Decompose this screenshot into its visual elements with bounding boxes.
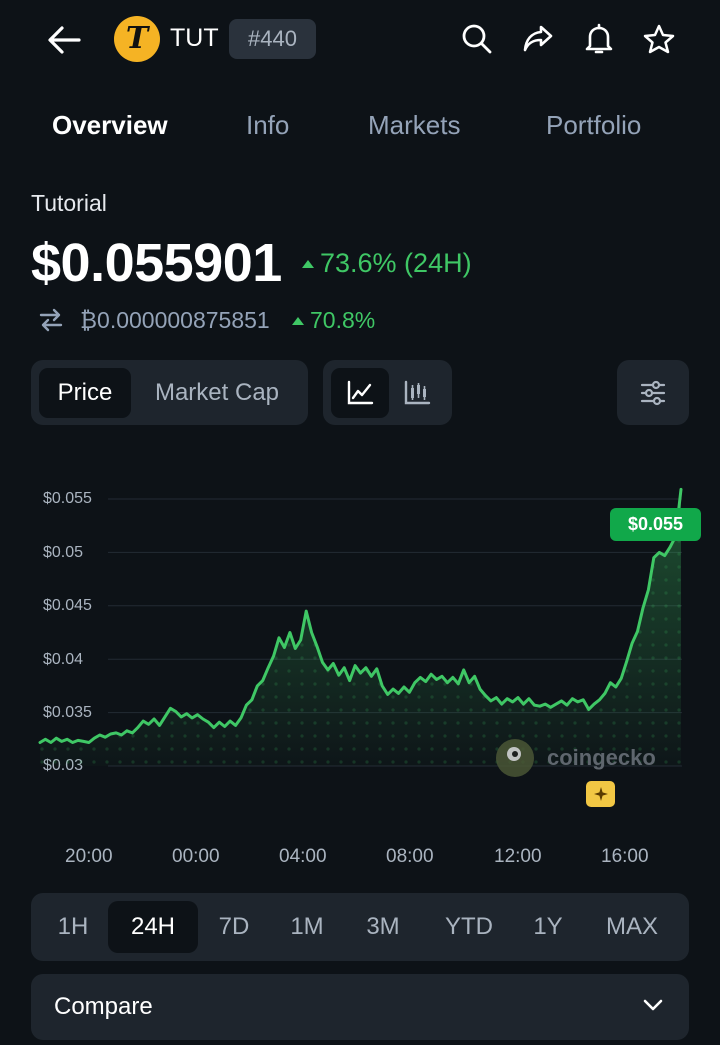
coin-logo: T [114,16,160,62]
search-icon [462,24,492,54]
x-tick-label: 00:00 [172,846,220,867]
chevron-down-icon [643,999,663,1011]
line-chart-button[interactable] [331,368,389,418]
tab-info[interactable]: Info [246,110,289,141]
range-3m-button[interactable]: 3M [352,901,414,953]
candlestick-chart-icon [404,380,431,405]
up-triangle-icon [292,316,304,325]
search-button[interactable] [456,18,498,60]
x-tick-label: 08:00 [386,846,434,867]
range-ytd-button[interactable]: YTD [430,901,508,953]
tab-overview[interactable]: Overview [52,110,168,141]
coingecko-watermark: coingecko [547,745,656,770]
swap-arrows-icon [39,308,63,332]
share-button[interactable] [517,18,559,60]
up-triangle-icon [302,259,314,268]
sparkle-icon [593,787,608,801]
x-tick-label: 12:00 [494,846,542,867]
current-price-tag: $0.055 [610,508,701,541]
price-toggle-button[interactable]: Price [39,368,131,418]
tab-markets[interactable]: Markets [368,110,460,141]
compare-chevron [642,997,664,1013]
coin-symbol: TUT [170,24,219,52]
sliders-icon [640,380,666,405]
x-tick-label: 20:00 [65,846,113,867]
range-1m-button[interactable]: 1M [276,901,338,953]
arrow-left-icon [48,26,81,54]
tab-portfolio[interactable]: Portfolio [546,110,641,141]
current-price: $0.055901 [31,233,282,293]
share-icon [523,25,553,52]
range-1h-button[interactable]: 1H [42,901,104,953]
bell-icon [585,23,613,54]
market-cap-toggle-button[interactable]: Market Cap [136,368,298,418]
x-tick-label: 16:00 [601,846,649,867]
price-change-24h-value: 73.6% (24H) [320,248,472,278]
chart-settings-button[interactable] [617,360,689,425]
btc-price: ₿0.000000875851 [80,307,270,333]
gecko-pupil [512,751,518,757]
btc-change-value: 70.8% [310,307,376,333]
price-area-dots [40,489,681,766]
line-chart-icon [347,380,374,405]
compare-label: Compare [54,993,153,1020]
notifications-button[interactable] [578,18,620,60]
star-icon [643,24,675,54]
back-button[interactable] [42,18,86,62]
event-marker[interactable] [586,781,615,807]
range-1y-button[interactable]: 1Y [517,901,579,953]
rank-badge: #440 [229,19,316,59]
range-7d-button[interactable]: 7D [203,901,265,953]
x-tick-label: 04:00 [279,846,327,867]
coin-name: Tutorial [31,190,107,216]
price-change-24h: 73.6% (24H) [302,248,472,279]
btc-change: 70.8% [292,307,375,334]
watchlist-button[interactable] [638,18,680,60]
range-24h-button[interactable]: 24H [108,901,198,953]
coingecko-logo [496,739,534,777]
coin-logo-letter: T [125,21,149,56]
candlestick-chart-button[interactable] [391,368,443,418]
range-max-button[interactable]: MAX [592,901,672,953]
currency-swap-button[interactable] [36,305,66,335]
